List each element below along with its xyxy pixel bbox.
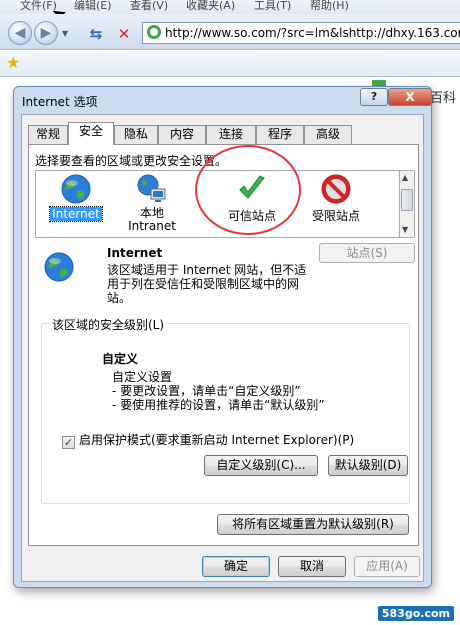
back-icon[interactable]: ◀ xyxy=(8,21,32,45)
menu-edit[interactable]: 编辑(E) xyxy=(74,0,112,13)
zone-internet[interactable]: Internet xyxy=(38,173,114,235)
red-no-entry-icon xyxy=(321,174,351,204)
selected-zone-globe-icon xyxy=(44,252,74,282)
zone-list-scrollbar[interactable]: ▲ ▼ xyxy=(400,170,415,238)
favorites-bar: ★ xyxy=(0,51,460,77)
zone-trusted-sites[interactable]: 可信站点 xyxy=(214,173,290,235)
protected-mode-checkbox[interactable]: ✓ xyxy=(62,436,75,449)
zone-list: Internet 本地 Intranet 可信站点 受限站点 xyxy=(35,170,400,238)
dialog-client-area: 常规 安全 隐私 内容 连接 程序 高级 选择要查看的区域或更改安全设置。 In… xyxy=(21,114,424,582)
stop-icon[interactable]: ✕ xyxy=(114,24,134,44)
address-text: http://www.so.com/?src=lm&lshttp://dhxy.… xyxy=(165,26,460,40)
reset-all-zones-button[interactable]: 将所有区域重置为默认级别(R) xyxy=(217,514,409,535)
tab-privacy[interactable]: 隐私 xyxy=(114,125,158,144)
tab-connections[interactable]: 连接 xyxy=(206,125,256,144)
protected-mode-label: 启用保护模式(要求重新启动 Internet Explorer)(P) xyxy=(79,433,355,447)
site-watermark: 583go.com xyxy=(377,606,454,621)
tab-security[interactable]: 安全 xyxy=(68,122,114,145)
scroll-down-icon[interactable]: ▼ xyxy=(402,225,408,234)
tab-programs[interactable]: 程序 xyxy=(256,125,304,144)
close-button[interactable]: X xyxy=(388,88,432,106)
security-level-group: 该区域的安全级别(L) 自定义 自定义设置 - 要更改设置，请单击“自定义级别”… xyxy=(41,316,410,504)
custom-level-button[interactable]: 自定义级别(C)... xyxy=(204,455,318,476)
address-bar[interactable]: http://www.so.com/?src=lm&lshttp://dhxy.… xyxy=(142,22,460,44)
network-globe-icon xyxy=(137,174,166,202)
internet-options-dialog: Internet 选项 ? X 常规 安全 隐私 内容 连接 程序 高级 选择要… xyxy=(13,86,432,588)
history-dropdown-icon[interactable]: ▼ xyxy=(62,29,68,38)
security-level-label: 该区域的安全级别(L) xyxy=(50,316,167,333)
apply-button[interactable]: 应用(A) xyxy=(354,556,420,577)
protected-mode-option[interactable]: ✓ 启用保护模式(要求重新启动 Internet Explorer)(P) xyxy=(62,431,354,449)
menu-view[interactable]: 查看(V) xyxy=(130,0,168,13)
menu-help[interactable]: 帮助(H) xyxy=(310,0,349,13)
ok-button[interactable]: 确定 xyxy=(202,556,270,577)
green-check-icon xyxy=(239,175,265,199)
selected-zone-description: 该区域适用于 Internet 网站，但不适用于列在受信任和受限制区域中的网站。 xyxy=(107,263,307,305)
refresh-icon[interactable]: ⇆ xyxy=(86,24,106,44)
menu-favorites[interactable]: 收藏夹(A) xyxy=(186,0,235,13)
level-title: 自定义 xyxy=(102,352,139,366)
security-tab-panel: 选择要查看的区域或更改安全设置。 Internet 本地 Intranet 可信… xyxy=(28,144,419,546)
globe-icon xyxy=(61,174,91,204)
favorites-star-icon[interactable]: ★ xyxy=(6,53,20,72)
dialog-title: Internet 选项 xyxy=(22,95,98,109)
background-page-text: 百科 xyxy=(430,91,457,106)
sites-button[interactable]: 站点(S) xyxy=(319,243,415,263)
scroll-thumb[interactable] xyxy=(401,189,413,211)
tab-advanced[interactable]: 高级 xyxy=(304,125,352,144)
cancel-button[interactable]: 取消 xyxy=(278,556,346,577)
zone-internet-label: Internet xyxy=(49,206,103,222)
zone-intranet-label-line2: Intranet xyxy=(128,219,176,233)
browser-navbar: ◀ ▶ ▼ ⇆ ✕ http://www.so.com/?src=lm&lsht… xyxy=(0,14,460,50)
zone-trusted-label: 可信站点 xyxy=(227,209,276,223)
zone-local-intranet[interactable]: 本地 Intranet xyxy=(114,173,190,235)
help-button[interactable]: ? xyxy=(360,88,388,106)
site-favicon-icon xyxy=(147,25,161,39)
scroll-up-icon[interactable]: ▲ xyxy=(402,173,408,182)
selected-zone-name: Internet xyxy=(107,246,163,260)
forward-icon[interactable]: ▶ xyxy=(34,21,58,45)
zone-restricted-sites[interactable]: 受限站点 xyxy=(298,173,374,235)
browser-menubar: 文件(F) 编辑(E) 查看(V) 收藏夹(A) 工具(T) 帮助(H) xyxy=(0,0,460,14)
menu-tools[interactable]: 工具(T) xyxy=(254,0,291,13)
level-line-3: - 要使用推荐的设置，请单击“默认级别” xyxy=(112,398,325,412)
tab-general[interactable]: 常规 xyxy=(28,125,68,144)
default-level-button[interactable]: 默认级别(D) xyxy=(328,455,408,476)
tab-content[interactable]: 内容 xyxy=(158,125,206,144)
zone-restricted-label: 受限站点 xyxy=(311,209,360,223)
zone-prompt: 选择要查看的区域或更改安全设置。 xyxy=(35,154,228,168)
